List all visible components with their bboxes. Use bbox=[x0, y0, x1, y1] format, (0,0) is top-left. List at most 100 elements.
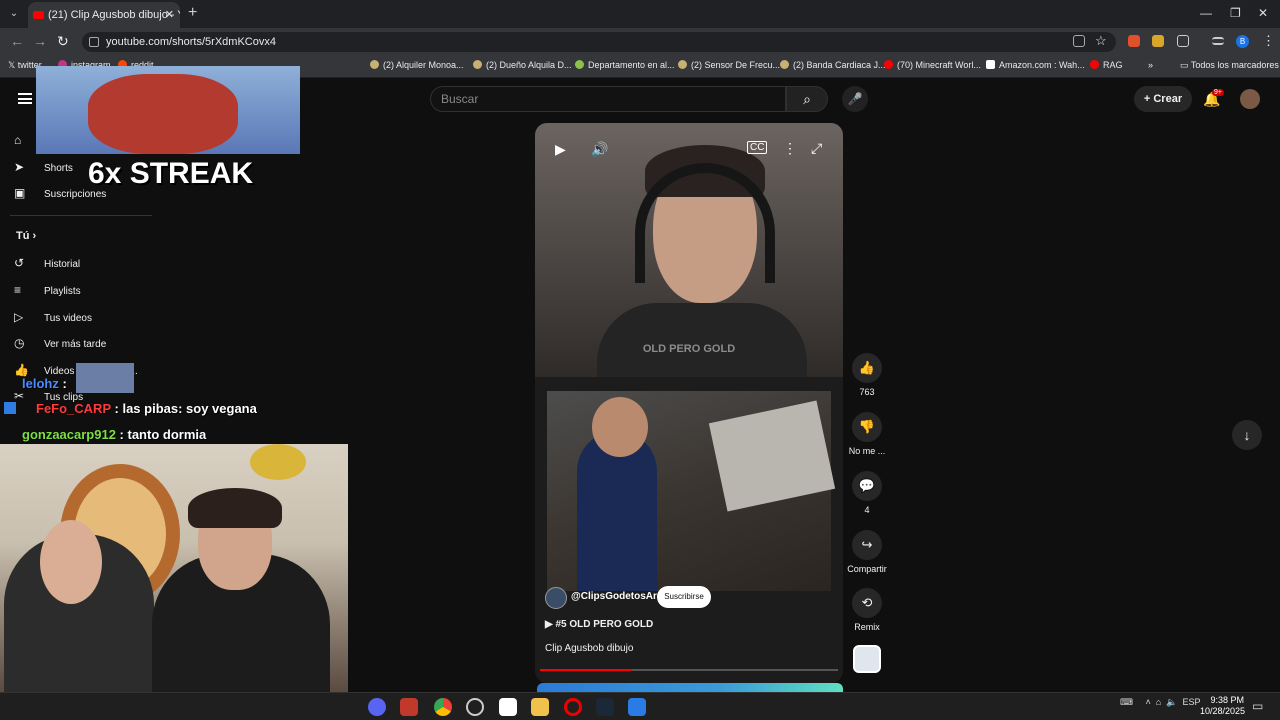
volume-icon[interactable]: 🔈 bbox=[1166, 697, 1177, 707]
profile-avatar[interactable]: B bbox=[1236, 35, 1249, 48]
webcam-overlay bbox=[0, 444, 348, 692]
app-icon[interactable] bbox=[400, 698, 418, 716]
chrome-icon[interactable] bbox=[434, 698, 452, 716]
captions-icon[interactable]: CC bbox=[747, 141, 768, 154]
url-text: youtube.com/shorts/5rXdmKCovx4 bbox=[106, 36, 276, 48]
channel-name[interactable]: @ClipsGodetosArg bbox=[571, 591, 663, 602]
remix-icon: ⟲ bbox=[852, 588, 882, 618]
playlist-link[interactable]: ▶ #5 OLD PERO GOLD bbox=[545, 619, 653, 630]
url-input[interactable]: youtube.com/shorts/5rXdmKCovx4 bbox=[82, 32, 1116, 52]
channel-avatar[interactable] bbox=[545, 587, 567, 609]
notification-center-icon[interactable]: ▭ bbox=[1252, 699, 1263, 713]
close-window-icon[interactable]: ✕ bbox=[1258, 6, 1268, 20]
search-input[interactable]: Buscar bbox=[430, 86, 786, 112]
reload-icon[interactable]: ↻ bbox=[57, 33, 69, 50]
fullscreen-icon[interactable]: ⤢ bbox=[811, 140, 822, 157]
create-button[interactable]: + Crear bbox=[1134, 86, 1192, 112]
video-bottom-frame: @ClipsGodetosArg Suscribirse ▶ #5 OLD PE… bbox=[535, 377, 843, 683]
bookmark-item[interactable]: Departamento en al... bbox=[575, 60, 675, 70]
restore-icon[interactable]: ❐ bbox=[1230, 6, 1241, 20]
browser-tab[interactable]: (21) Clip Agusbob dibujo - You ✕ bbox=[28, 2, 180, 28]
new-tab-icon[interactable]: + bbox=[188, 4, 197, 22]
bookmark-star-icon[interactable]: ☆ bbox=[1095, 33, 1107, 49]
opera-icon[interactable] bbox=[564, 698, 582, 716]
clock-time: 9:38 PM bbox=[1210, 695, 1244, 705]
app-icon[interactable] bbox=[499, 698, 517, 716]
remix-button[interactable]: ⟲ Remix bbox=[846, 588, 888, 632]
bookmark-item[interactable]: (2) Alquiler Monoa... bbox=[370, 60, 464, 70]
boy-head bbox=[592, 397, 648, 457]
app-icon[interactable] bbox=[466, 698, 484, 716]
search-icon[interactable]: ⌕ bbox=[786, 86, 828, 112]
bookmark-item[interactable]: (70) Minecraft Worl... bbox=[884, 60, 981, 70]
bookmark-item[interactable]: Amazon.com : Wah... bbox=[986, 60, 1085, 70]
bookmark-item[interactable]: RAG bbox=[1090, 60, 1123, 70]
more-options-icon[interactable]: ⋮ bbox=[783, 140, 797, 157]
subscribe-button[interactable]: Suscribirse bbox=[657, 586, 711, 608]
chat-message: lelohz : bbox=[22, 376, 67, 391]
shorts-player[interactable]: OLD PERO GOLD ▶ 🔊 CC ⋮ ⤢ @ClipsGodetosAr… bbox=[535, 123, 843, 683]
progress-fill bbox=[540, 669, 633, 671]
system-clock[interactable]: 9:38 PM 10/28/2025 bbox=[1200, 695, 1246, 717]
chat-emote-image bbox=[76, 363, 134, 393]
kebab-menu-icon[interactable]: ⋮ bbox=[1262, 33, 1275, 49]
comments-button[interactable]: 💬 4 bbox=[846, 471, 888, 515]
play-icon[interactable]: ▶ bbox=[555, 141, 566, 158]
volume-icon[interactable]: 🔊 bbox=[591, 141, 608, 158]
video-progress-bar[interactable] bbox=[540, 669, 838, 671]
all-bookmarks-folder[interactable]: ▭ Todos los marcadores bbox=[1180, 60, 1279, 71]
extension-icon[interactable] bbox=[1128, 35, 1140, 47]
audio-thumbnail[interactable] bbox=[853, 645, 881, 673]
sidebar-item-your-videos[interactable]: ▷ Tus videos bbox=[14, 310, 92, 324]
next-short-arrow-icon[interactable]: ↓ bbox=[1232, 420, 1262, 450]
close-tab-icon[interactable]: ✕ bbox=[165, 2, 174, 28]
next-short-preview[interactable] bbox=[537, 683, 843, 692]
keyboard-icon[interactable]: ⌨ bbox=[1120, 697, 1133, 707]
install-app-icon[interactable] bbox=[1073, 35, 1085, 47]
site-info-icon[interactable] bbox=[89, 37, 99, 47]
back-icon[interactable]: ← bbox=[10, 33, 24, 49]
person-right-hair bbox=[188, 488, 282, 528]
background-figure bbox=[250, 444, 306, 480]
network-icon[interactable]: ⌂ bbox=[1156, 697, 1161, 707]
microphone-icon[interactable]: 🎤 bbox=[842, 86, 868, 112]
like-button[interactable]: 👍 763 bbox=[846, 353, 888, 397]
extension-icon[interactable] bbox=[1152, 35, 1164, 47]
bookmark-item[interactable]: (2) Banda Cardiaca J... bbox=[780, 60, 886, 70]
extensions-puzzle-icon[interactable] bbox=[1177, 35, 1189, 47]
hamburger-menu-icon[interactable] bbox=[18, 93, 32, 104]
playlists-icon: ≡ bbox=[14, 283, 22, 297]
media-control-icon[interactable] bbox=[1212, 37, 1224, 45]
account-avatar[interactable] bbox=[1240, 89, 1260, 109]
tab-search-icon[interactable]: ⌄ bbox=[6, 6, 22, 22]
steam-icon[interactable] bbox=[596, 698, 614, 716]
sidebar-item-watch-later[interactable]: ◷ Ver más tarde bbox=[14, 336, 106, 350]
minimize-icon[interactable]: — bbox=[1200, 6, 1212, 20]
discord-icon[interactable] bbox=[368, 698, 386, 716]
file-explorer-icon[interactable] bbox=[531, 698, 549, 716]
short-title: Clip Agusbob dibujo bbox=[545, 643, 634, 654]
app-icon[interactable] bbox=[628, 698, 646, 716]
sidebar-item-history[interactable]: ↺ Historial bbox=[14, 256, 80, 270]
forward-icon[interactable]: → bbox=[33, 33, 47, 49]
video-watermark: OLD PERO GOLD bbox=[642, 343, 736, 355]
person-left-face bbox=[40, 520, 102, 604]
comment-icon: 💬 bbox=[852, 471, 882, 501]
sidebar-divider bbox=[10, 215, 152, 216]
bookmark-item[interactable]: (2) Dueño Alquila D... bbox=[473, 60, 572, 70]
sidebar-item-shorts[interactable]: ➤ Shorts bbox=[14, 160, 73, 174]
share-button[interactable]: ↪ Compartir bbox=[846, 530, 888, 574]
dislike-button[interactable]: 👎 No me ... bbox=[846, 412, 888, 456]
language-indicator[interactable]: ESP bbox=[1182, 697, 1200, 707]
bookmarks-overflow-icon[interactable]: » bbox=[1148, 60, 1153, 70]
chat-username: FeFo_CARP bbox=[36, 401, 111, 416]
sidebar-item-you[interactable]: Tú › bbox=[16, 230, 36, 242]
sidebar-item-playlists[interactable]: ≡ Playlists bbox=[14, 283, 81, 297]
chat-username: lelohz bbox=[22, 376, 59, 391]
tray-overflow-icon[interactable]: ˄ bbox=[1146, 697, 1151, 707]
youtube-favicon-icon bbox=[33, 11, 44, 19]
system-tray: ⌨ ˄ ⌂ 🔈 ESP bbox=[1120, 697, 1201, 708]
bookmark-item[interactable]: (2) Sensor De Frecu... bbox=[678, 60, 780, 70]
chat-username: gonzaacarp912 bbox=[22, 427, 116, 442]
clock-date: 10/28/2025 bbox=[1200, 706, 1246, 716]
